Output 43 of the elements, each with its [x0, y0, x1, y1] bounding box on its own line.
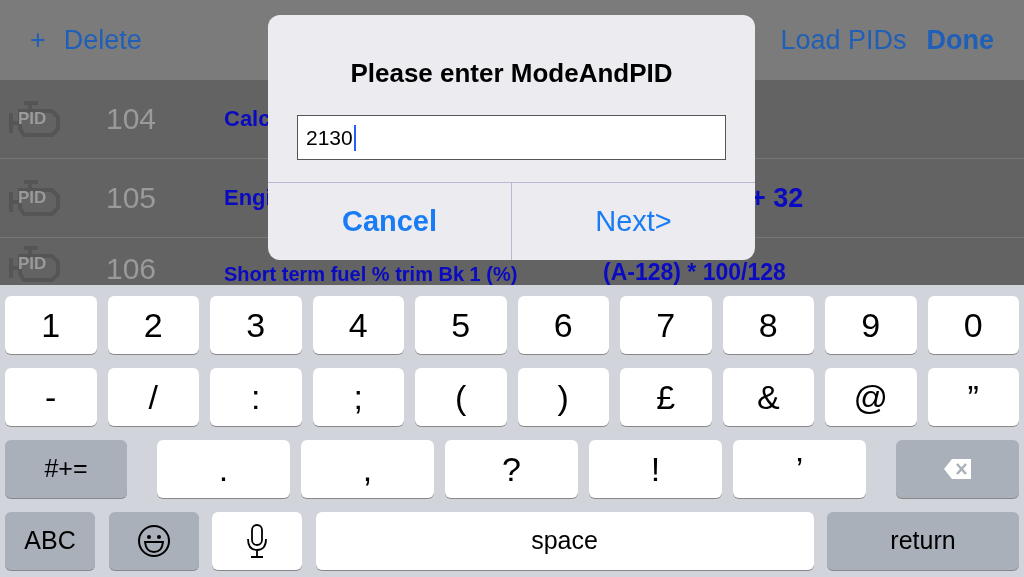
pid-label: PID: [18, 255, 47, 272]
key[interactable]: 7: [620, 296, 712, 354]
key[interactable]: .: [157, 440, 290, 498]
function-key[interactable]: #+=: [5, 440, 127, 498]
key[interactable]: 6: [517, 296, 609, 354]
key[interactable]: &: [722, 368, 814, 426]
key[interactable]: @: [825, 368, 917, 426]
pid-formula: (A-128) * 100/128: [603, 261, 786, 284]
key[interactable]: /: [107, 368, 199, 426]
key[interactable]: ”: [927, 368, 1019, 426]
key[interactable]: ?: [445, 440, 578, 498]
key[interactable]: ;: [312, 368, 404, 426]
key[interactable]: :: [210, 368, 302, 426]
function-key[interactable]: return: [827, 512, 1019, 570]
key[interactable]: 3: [210, 296, 302, 354]
key[interactable]: -: [5, 368, 97, 426]
key[interactable]: 1: [5, 296, 97, 354]
pid-label: PID: [18, 110, 47, 127]
function-key[interactable]: ABC: [5, 512, 95, 570]
key[interactable]: 0: [927, 296, 1019, 354]
key[interactable]: ,: [301, 440, 434, 498]
input-value: 2130: [306, 124, 353, 151]
pid-label: PID: [18, 189, 47, 206]
pid-name: Short term fuel % trim Bk 1 (%): [224, 264, 519, 284]
key[interactable]: 5: [415, 296, 507, 354]
key[interactable]: 2: [107, 296, 199, 354]
dialog-title: Please enter ModeAndPID: [349, 57, 674, 90]
key[interactable]: £: [620, 368, 712, 426]
pid-name: Calc: [224, 108, 272, 130]
key[interactable]: (: [415, 368, 507, 426]
space-key[interactable]: space: [315, 512, 814, 570]
key[interactable]: !: [589, 440, 722, 498]
key[interactable]: 4: [312, 296, 404, 354]
emoji-key[interactable]: [108, 512, 199, 570]
smiley-icon: [136, 524, 171, 558]
key[interactable]: 9: [825, 296, 917, 354]
key[interactable]: ’: [733, 440, 866, 498]
key[interactable]: 8: [722, 296, 814, 354]
mode-pid-input[interactable]: 2130: [297, 115, 726, 160]
dictation-key[interactable]: [212, 512, 302, 570]
microphone-icon: [246, 523, 268, 559]
key[interactable]: ): [517, 368, 609, 426]
backspace-icon: [942, 458, 973, 480]
